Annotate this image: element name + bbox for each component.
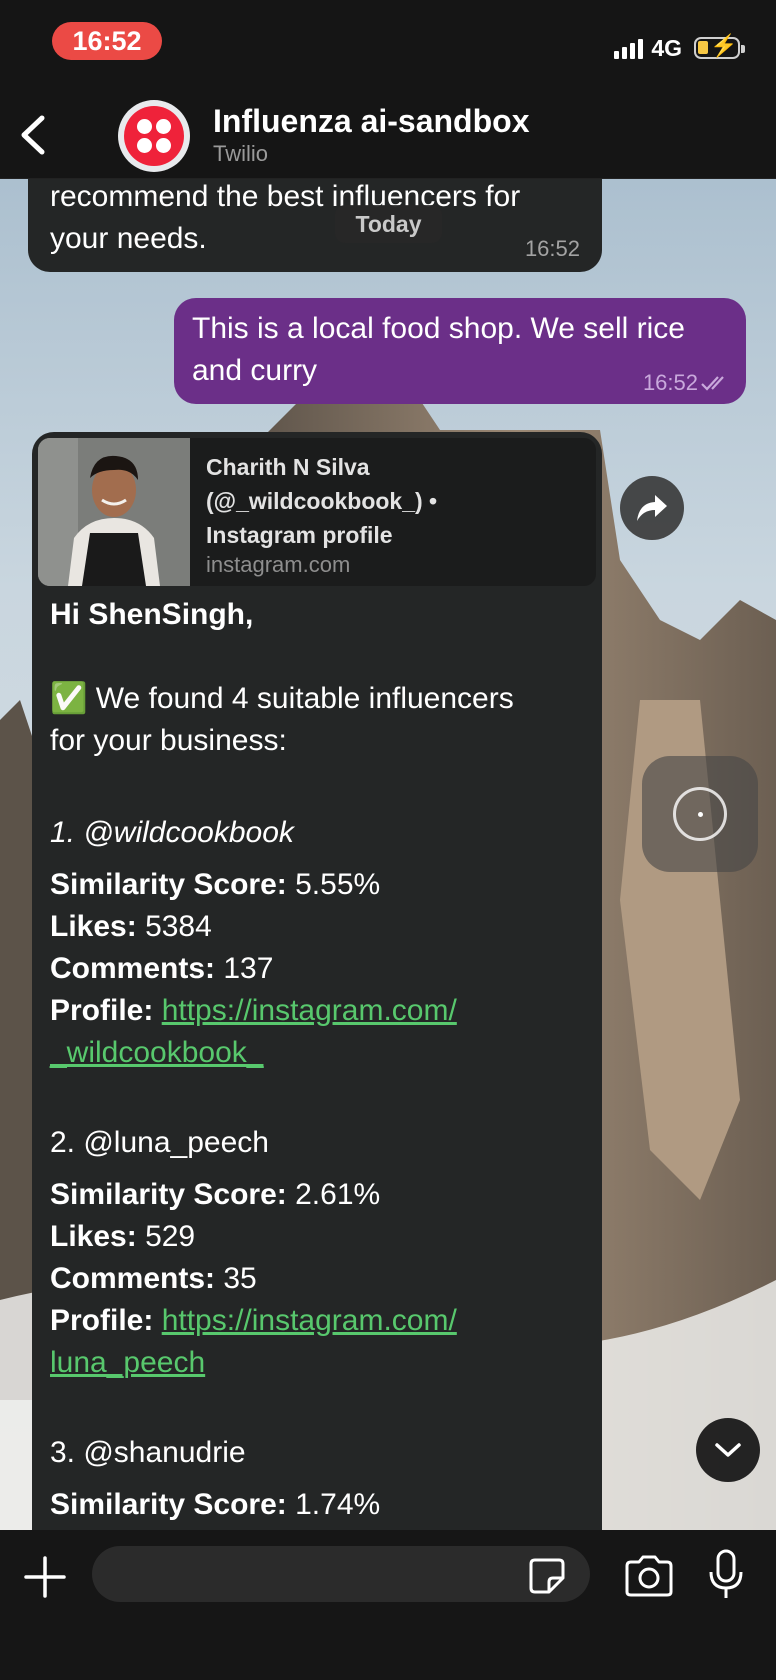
comments-row: Comments: 137 bbox=[50, 948, 273, 990]
message-line: and curry bbox=[192, 354, 318, 387]
profile-label: Profile: bbox=[50, 994, 154, 1027]
read-receipt-icon bbox=[701, 376, 724, 391]
comments-row: Comments: 35 bbox=[50, 1258, 257, 1300]
likes-value: 5384 bbox=[145, 910, 212, 943]
link-preview-domain: instagram.com bbox=[206, 552, 351, 577]
similarity-value: 5.55% bbox=[295, 868, 381, 901]
comments-label: Comments: bbox=[50, 1262, 216, 1295]
similarity-row: Similarity Score: 5.55% bbox=[50, 864, 380, 906]
similarity-label: Similarity Score: bbox=[50, 1178, 287, 1211]
similarity-row: Similarity Score: 2.61% bbox=[50, 1174, 380, 1216]
link-preview-card[interactable]: Charith N Silva (@_wildcookbook_) • Inst… bbox=[38, 438, 596, 586]
microphone-icon[interactable] bbox=[706, 1548, 746, 1602]
camera-icon[interactable] bbox=[623, 1554, 675, 1598]
likes-label: Likes: bbox=[50, 1220, 137, 1253]
twilio-logo-icon bbox=[124, 106, 184, 166]
similarity-label: Similarity Score: bbox=[50, 1488, 287, 1521]
profile-link[interactable]: _wildcookbook_ bbox=[50, 1032, 263, 1074]
status-time[interactable]: 16:52 bbox=[52, 22, 162, 60]
profile-thumbnail bbox=[38, 438, 190, 586]
chevron-down-icon bbox=[715, 1443, 741, 1457]
greeting-text: Hi ShenSingh, bbox=[50, 598, 254, 631]
influencer-heading: 3. @shanudrie bbox=[50, 1436, 246, 1469]
message-line: This is a local food shop. We sell rice bbox=[192, 312, 685, 345]
profile-link[interactable]: https://instagram.com/ bbox=[162, 994, 457, 1027]
outgoing-message[interactable]: This is a local food shop. We sell rice … bbox=[174, 298, 746, 404]
chat-title[interactable]: Influenza ai-sandbox bbox=[213, 103, 529, 140]
link-preview-title: Charith N Silva (@_wildcookbook_) • Inst… bbox=[206, 450, 586, 552]
battery-charging-icon: ⚡ bbox=[694, 35, 745, 59]
back-button[interactable] bbox=[14, 112, 54, 158]
profile-row: Profile: https://instagram.com/ bbox=[50, 1300, 457, 1342]
chat-header: 16:52 4G ⚡ Influenza ai-sandbox Twilio bbox=[0, 0, 776, 179]
comments-label: Comments: bbox=[50, 952, 216, 985]
intro-line: ✅ We found 4 suitable influencers bbox=[50, 682, 514, 715]
influencer-heading: 2. @luna_peech bbox=[50, 1126, 269, 1159]
forward-button[interactable] bbox=[620, 476, 684, 540]
likes-label: Likes: bbox=[50, 910, 137, 943]
similarity-label: Similarity Score: bbox=[50, 868, 287, 901]
message-time: 16:52 bbox=[524, 236, 580, 261]
share-arrow-icon bbox=[637, 495, 667, 521]
message-composer bbox=[0, 1530, 776, 1680]
profile-link[interactable]: luna_peech bbox=[50, 1342, 205, 1384]
profile-label: Profile: bbox=[50, 1304, 154, 1337]
profile-row: Profile: https://instagram.com/ bbox=[50, 990, 457, 1032]
date-separator: Today bbox=[335, 205, 442, 243]
intro-line: for your business: bbox=[50, 724, 287, 757]
message-input[interactable] bbox=[92, 1546, 590, 1602]
assistive-touch-icon bbox=[673, 787, 727, 841]
status-indicators: 4G ⚡ bbox=[614, 30, 745, 66]
chat-subtitle: Twilio bbox=[213, 141, 269, 166]
message-time: 16:52 bbox=[642, 370, 698, 395]
similarity-value: 1.74% bbox=[295, 1488, 381, 1521]
comments-value: 35 bbox=[223, 1262, 257, 1295]
link-title-line: (@_wildcookbook_) • bbox=[206, 488, 438, 514]
sticker-icon[interactable] bbox=[527, 1556, 567, 1596]
link-title-line: Charith N Silva bbox=[206, 454, 370, 480]
contact-avatar[interactable] bbox=[118, 100, 190, 172]
chevron-left-icon bbox=[21, 115, 45, 155]
assistive-touch-button[interactable] bbox=[642, 756, 758, 872]
scroll-to-bottom-button[interactable] bbox=[696, 1418, 760, 1482]
message-line: recommend the best influencers for bbox=[50, 180, 521, 213]
likes-row: Likes: 5384 bbox=[50, 906, 212, 948]
comments-value: 137 bbox=[223, 952, 274, 985]
profile-link[interactable]: https://instagram.com/ bbox=[162, 1304, 457, 1337]
similarity-value: 2.61% bbox=[295, 1178, 381, 1211]
message-line: your needs. bbox=[50, 222, 207, 255]
signal-icon bbox=[614, 37, 644, 59]
similarity-row: Similarity Score: 1.74% bbox=[50, 1484, 380, 1526]
influencer-heading: 1. @wildcookbook bbox=[50, 816, 294, 849]
plus-icon[interactable] bbox=[20, 1552, 70, 1602]
network-type: 4G bbox=[651, 34, 682, 61]
link-title-line: Instagram profile bbox=[206, 522, 393, 548]
likes-value: 529 bbox=[145, 1220, 196, 1253]
likes-row: Likes: 529 bbox=[50, 1216, 195, 1258]
